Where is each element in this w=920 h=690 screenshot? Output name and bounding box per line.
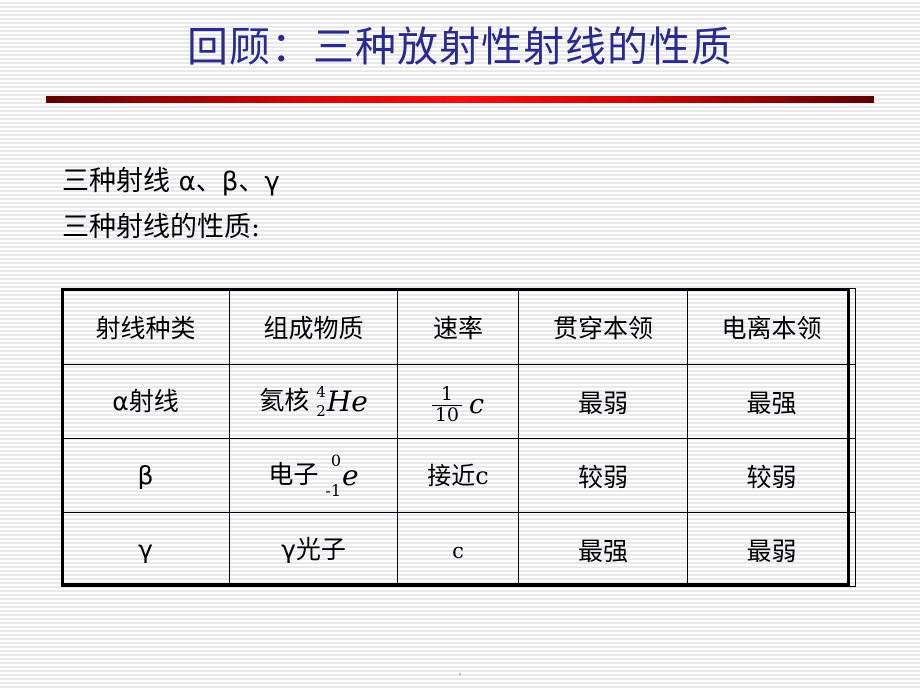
cell-beta-ionization: 较弱 — [687, 438, 856, 513]
cell-alpha-composition: 氦核 4 2 He — [229, 364, 398, 439]
cell-beta-composition-label: 电子 — [268, 460, 319, 490]
page-title: 回顾：三种放射性射线的性质 — [187, 23, 733, 71]
table-header-penetration: 贯穿本领 — [518, 288, 688, 365]
nuclide-helium-symbol: He — [326, 384, 368, 418]
nuclide-electron-mass: 0 — [330, 450, 342, 470]
body-line-properties-label: 三种射线的性质: — [62, 212, 261, 243]
table-header-kind: 射线种类 — [61, 288, 230, 365]
cell-gamma-speed: c — [397, 512, 519, 587]
cell-alpha-ionization: 最强 — [687, 364, 856, 439]
cell-gamma-composition: γ光子 — [229, 512, 398, 587]
ray-properties-table: 射线种类 组成物质 速率 贯穿本领 电离本领 α射线 氦核 4 2 He 1 1… — [61, 288, 856, 587]
nuclide-electron: 0 -1 e — [325, 450, 359, 500]
fraction-one-tenth: 1 10 — [431, 383, 463, 426]
speed-symbol-c: c — [469, 389, 485, 421]
cell-beta-speed-text: 接近c — [427, 462, 489, 490]
cell-gamma-kind-text: γ — [138, 535, 153, 564]
nuclide-helium-mass: 4 — [316, 382, 326, 401]
body-line-ray-types-prefix: 三种射线 — [62, 166, 170, 197]
table-row: γ γ光子 c 最强 最弱 — [61, 512, 856, 587]
cell-gamma-penetration: 最强 — [518, 512, 688, 587]
cell-gamma-composition-text: γ光子 — [281, 535, 346, 564]
cell-gamma-kind: γ — [61, 512, 230, 587]
page-footer-mark: . — [457, 664, 463, 679]
cell-beta-penetration: 较弱 — [518, 438, 688, 513]
nuclide-electron-symbol: e — [342, 458, 359, 492]
body-line-ray-types-greek: α、β、γ — [178, 167, 280, 197]
cell-gamma-ionization: 最弱 — [687, 512, 856, 587]
title-divider-rule — [46, 96, 874, 103]
body-line-ray-types: 三种射线 α、β、γ — [62, 167, 280, 197]
fraction-numerator: 1 — [440, 383, 453, 406]
cell-alpha-penetration: 最弱 — [518, 364, 688, 439]
cell-alpha-kind: α射线 — [61, 364, 230, 439]
fraction-denominator: 10 — [431, 405, 463, 426]
cell-gamma-speed-text: c — [452, 539, 464, 563]
table-header-row: 射线种类 组成物质 速率 贯穿本领 电离本领 — [61, 288, 856, 365]
cell-alpha-speed: 1 10 c — [397, 364, 519, 439]
cell-beta-kind: β — [61, 438, 230, 513]
table-header-composition: 组成物质 — [229, 288, 398, 365]
table-row: β 电子 0 -1 e 接近c 较弱 较弱 — [61, 438, 856, 513]
table-row: α射线 氦核 4 2 He 1 10 c 最弱 最强 — [61, 364, 856, 439]
table-header-speed: 速率 — [397, 288, 519, 365]
cell-beta-speed: 接近c — [397, 438, 519, 513]
table-header-ionization: 电离本领 — [687, 288, 856, 365]
nuclide-electron-charge: -1 — [325, 480, 342, 500]
cell-beta-composition: 电子 0 -1 e — [229, 438, 398, 513]
cell-beta-kind-text: β — [137, 461, 154, 490]
nuclide-helium: 4 2 He — [316, 382, 368, 420]
cell-alpha-composition-label: 氦核 — [259, 386, 310, 416]
nuclide-helium-charge: 2 — [316, 401, 326, 420]
cell-alpha-kind-text: α射线 — [112, 387, 179, 416]
